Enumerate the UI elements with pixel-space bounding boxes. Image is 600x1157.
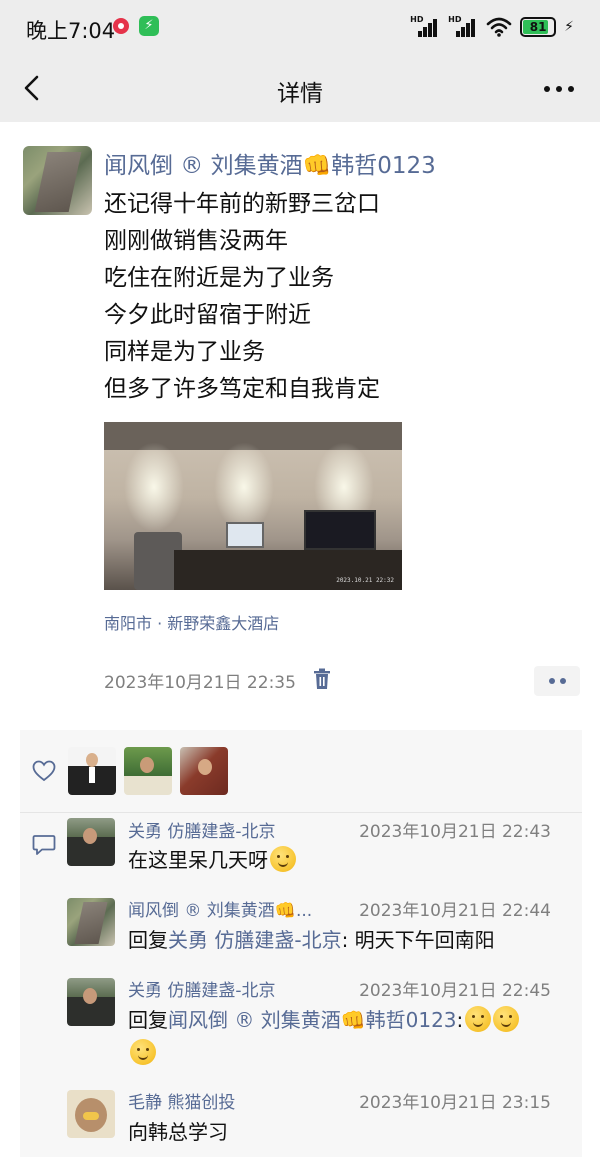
likes-row (20, 730, 582, 812)
photo-timestamp: 2023.10.21 22:32 (336, 577, 394, 584)
signal-hd-label-2: HD (448, 15, 462, 24)
page-title: 详情 (277, 81, 323, 107)
reply-prefix: 回复 (128, 928, 168, 952)
post-line: 同样是为了业务 (104, 339, 265, 365)
commenter-name[interactable]: 闻风倒 ® 刘集黄酒👊... (128, 896, 312, 921)
commenter-avatar[interactable] (67, 978, 115, 1026)
app-notification-icon: ⚡ (139, 16, 159, 36)
status-time: 晚上7:04 (26, 19, 116, 43)
smile-emoji-icon (130, 1039, 156, 1065)
comment-time: 2023年10月21日 23:15 (359, 1093, 551, 1113)
commenter-avatar[interactable] (67, 898, 115, 946)
commenter-name[interactable]: 毛静 熊猫创投 (128, 1088, 235, 1113)
liker-avatar[interactable] (180, 747, 228, 795)
smile-emoji-icon (270, 846, 296, 872)
comment-text[interactable]: 回复闻风倒 ® 刘集黄酒👊韩哲0123: (128, 1004, 520, 1036)
comment-body: 向韩总学习 (128, 1120, 228, 1144)
reply-prefix: 回复 (128, 1008, 168, 1032)
liker-avatar[interactable] (68, 747, 116, 795)
comment-time: 2023年10月21日 22:43 (359, 822, 551, 842)
post-text: 还记得十年前的新野三岔口 刚刚做销售没两年 吃住在附近是为了业务 今夕此时留宿于… (104, 186, 380, 408)
nav-bar: 详情 (0, 56, 600, 122)
battery-level: 81 (529, 20, 547, 34)
commenter-name[interactable]: 关勇 仿膳建盏-北京 (128, 817, 276, 842)
post-location[interactable]: 南阳市 · 新野荣鑫大酒店 (104, 610, 279, 634)
status-indicators: HD HD 81 ⚡ (410, 14, 574, 40)
more-actions-button[interactable] (534, 666, 580, 696)
battery-icon: 81 (520, 17, 557, 37)
interaction-panel: 关勇 仿膳建盏-北京 2023年10月21日 22:43 在这里呆几天呀 闻风倒… (20, 730, 582, 1157)
reply-target[interactable]: 闻风倒 ® 刘集黄酒👊韩哲0123 (168, 1008, 457, 1032)
post-time: 2023年10月21日 22:35 (104, 673, 296, 693)
liker-avatar[interactable] (124, 747, 172, 795)
comment-body: : 明天下午回南阳 (341, 928, 495, 952)
author-avatar[interactable] (23, 146, 92, 215)
charging-icon: ⚡ (564, 19, 574, 35)
notification-icon (113, 18, 129, 34)
comment-body: : (456, 1008, 464, 1032)
commenter-avatar[interactable] (67, 818, 115, 866)
comment-text[interactable]: 在这里呆几天呀 (128, 844, 296, 876)
comment-text-continued (128, 1037, 156, 1069)
comment-text[interactable]: 回复关勇 仿膳建盏-北京: 明天下午回南阳 (128, 924, 495, 956)
comment-time: 2023年10月21日 22:45 (359, 981, 551, 1001)
comment-body: 在这里呆几天呀 (128, 848, 268, 872)
signal-hd-label: HD (410, 15, 424, 24)
more-dots-icon[interactable] (544, 86, 574, 92)
reply-target[interactable]: 关勇 仿膳建盏-北京 (168, 928, 342, 952)
smile-emoji-icon (493, 1006, 520, 1032)
author-name[interactable]: 闻风倒 ® 刘集黄酒👊韩哲0123 (104, 146, 436, 180)
comment-time: 2023年10月21日 22:44 (359, 901, 551, 921)
signal-icon: HD (410, 15, 440, 39)
heart-icon (32, 760, 56, 782)
commenter-name[interactable]: 关勇 仿膳建盏-北京 (128, 976, 276, 1001)
status-bar: 晚上7:04 ⚡ HD HD 81 ⚡ (0, 0, 600, 56)
post-photo[interactable]: 2023.10.21 22:32 (104, 422, 402, 590)
trash-icon[interactable] (312, 668, 332, 690)
wifi-icon (486, 17, 512, 37)
post-line: 刚刚做销售没两年 (104, 228, 288, 254)
post-line: 还记得十年前的新野三岔口 (104, 191, 380, 217)
post-line: 今夕此时留宿于附近 (104, 302, 311, 328)
smile-emoji-icon (465, 1006, 492, 1032)
signal-icon-2: HD (448, 15, 478, 39)
commenter-avatar[interactable] (67, 1090, 115, 1138)
divider (20, 812, 582, 813)
post-line: 但多了许多笃定和自我肯定 (104, 376, 380, 402)
post-line: 吃住在附近是为了业务 (104, 265, 334, 291)
comment-bubble-icon (32, 835, 56, 855)
comment-text[interactable]: 向韩总学习 (128, 1116, 228, 1148)
